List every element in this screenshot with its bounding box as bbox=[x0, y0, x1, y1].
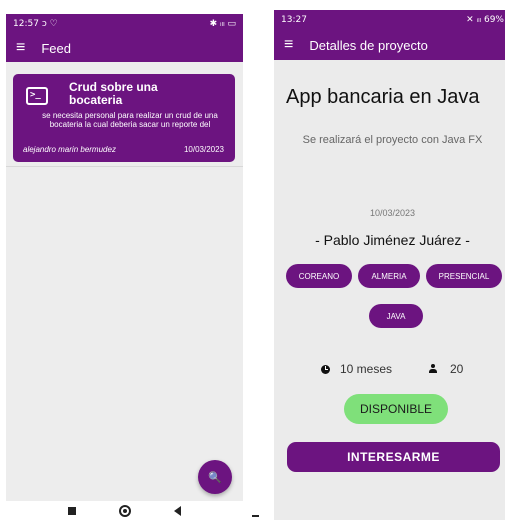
recent-apps-icon[interactable] bbox=[67, 506, 76, 515]
project-detail-screen: 13:27 ✕ ᵢₗₗ 69% ≡ Detalles de proyecto A… bbox=[274, 10, 505, 520]
menu-icon[interactable]: ≡ bbox=[16, 40, 25, 56]
people-value: 20 bbox=[450, 362, 464, 376]
back-icon[interactable] bbox=[174, 505, 182, 516]
duration-stat: 10 meses bbox=[321, 362, 392, 376]
dash-mark bbox=[252, 515, 259, 517]
person-icon bbox=[428, 364, 438, 374]
status-time: 13:27 bbox=[281, 15, 307, 25]
project-date: 10/03/2023 bbox=[369, 208, 416, 218]
project-author: - Pablo Jiménez Juárez - bbox=[315, 232, 470, 248]
project-description: Se realizará el proyecto con Java FX bbox=[302, 134, 483, 146]
interest-button[interactable]: INTERESARME bbox=[287, 442, 500, 472]
tag-chip[interactable]: ALMERIA bbox=[358, 264, 420, 288]
status-time: 12:57 ↄ ♡ bbox=[13, 19, 58, 29]
card-date: 10/03/2023 bbox=[183, 145, 224, 154]
status-bar: 13:27 ✕ ᵢₗₗ 69% bbox=[274, 10, 505, 30]
card-author: alejandro marin bermudez bbox=[23, 145, 116, 154]
people-stat: 20 bbox=[428, 362, 463, 376]
card-title: Crud sobre una bocateria bbox=[69, 80, 158, 107]
tag-chip[interactable]: COREANO bbox=[286, 264, 352, 288]
tag-chip[interactable]: PRESENCIAL bbox=[426, 264, 502, 288]
home-icon[interactable] bbox=[118, 504, 131, 517]
card-description: se necesita personal para realizar un cr… bbox=[42, 111, 218, 129]
terminal-icon: >_ bbox=[26, 87, 48, 105]
project-title: App bancaria en Java bbox=[286, 86, 480, 108]
page-title: Detalles de proyecto bbox=[309, 37, 428, 53]
search-icon: 🔍 bbox=[208, 471, 222, 484]
clock-icon bbox=[321, 364, 330, 374]
project-card[interactable]: >_ Crud sobre una bocateria se necesita … bbox=[13, 74, 235, 162]
menu-icon[interactable]: ≡ bbox=[284, 37, 293, 53]
duration-value: 10 meses bbox=[340, 362, 393, 376]
status-bar: 12:57 ↄ ♡ ✱ ᵢₗₗ ▭ bbox=[6, 14, 243, 34]
tag-chip[interactable]: JAVA bbox=[369, 304, 423, 328]
search-fab-button[interactable]: 🔍 bbox=[198, 460, 232, 494]
status-badge: DISPONIBLE bbox=[344, 394, 448, 424]
app-bar: ≡ Detalles de proyecto bbox=[274, 30, 505, 60]
app-bar: ≡ Feed bbox=[6, 34, 243, 62]
feed-screen: 12:57 ↄ ♡ ✱ ᵢₗₗ ▭ ≡ Feed >_ Crud sobre u… bbox=[6, 14, 243, 520]
status-icons: ✕ ᵢₗₗ 69% bbox=[466, 15, 504, 25]
system-nav-bar bbox=[6, 501, 243, 520]
page-title: Feed bbox=[41, 40, 71, 56]
divider bbox=[6, 166, 243, 167]
status-icons: ✱ ᵢₗₗ ▭ bbox=[209, 19, 236, 29]
